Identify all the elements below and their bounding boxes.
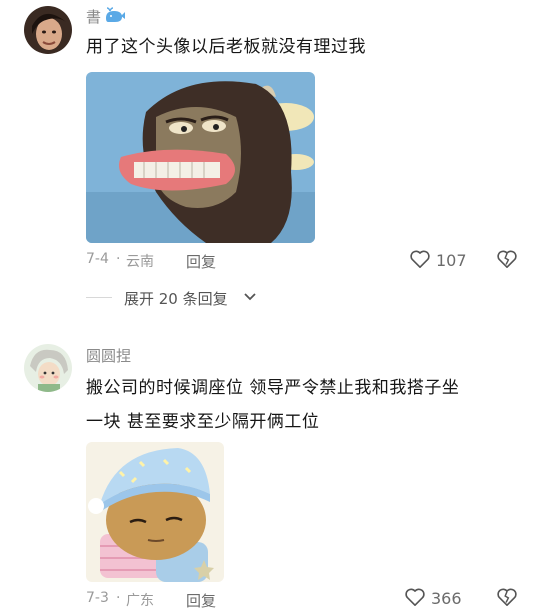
comment-location: 云南 <box>126 254 154 270</box>
comment-text-line-2: 一块 甚至要求至少隔开俩工位 <box>86 412 320 432</box>
meta-separator: · <box>116 590 121 606</box>
reply-button[interactable]: 回复 <box>186 251 216 272</box>
user-avatar[interactable] <box>24 344 72 392</box>
meta-separator: · <box>116 251 121 267</box>
whale-icon <box>104 7 126 25</box>
broken-heart-icon[interactable] <box>496 587 518 607</box>
like-count: 107 <box>436 251 467 270</box>
expand-replies-button[interactable]: 展开 20 条回复 <box>124 288 228 309</box>
expand-divider <box>86 297 112 298</box>
comment-date: 7-3 <box>86 590 109 606</box>
heart-icon[interactable] <box>409 249 431 269</box>
comment-image[interactable] <box>86 442 224 582</box>
comment-location: 广东 <box>126 593 154 609</box>
comment-date: 7-4 <box>86 251 109 267</box>
broken-heart-icon[interactable] <box>496 249 518 269</box>
like-count: 366 <box>431 589 462 608</box>
chevron-down-icon[interactable] <box>244 292 256 302</box>
username[interactable]: 書 <box>86 6 101 27</box>
user-avatar[interactable] <box>24 6 72 54</box>
comment-text-line-1: 搬公司的时候调座位 领导严令禁止我和我搭子坐 <box>86 378 460 398</box>
reply-button[interactable]: 回复 <box>186 590 216 611</box>
comment-text: 用了这个头像以后老板就没有理过我 <box>86 37 366 57</box>
username[interactable]: 圆圆捏 <box>86 345 131 366</box>
heart-icon[interactable] <box>404 587 426 607</box>
comment-image[interactable] <box>86 72 315 243</box>
